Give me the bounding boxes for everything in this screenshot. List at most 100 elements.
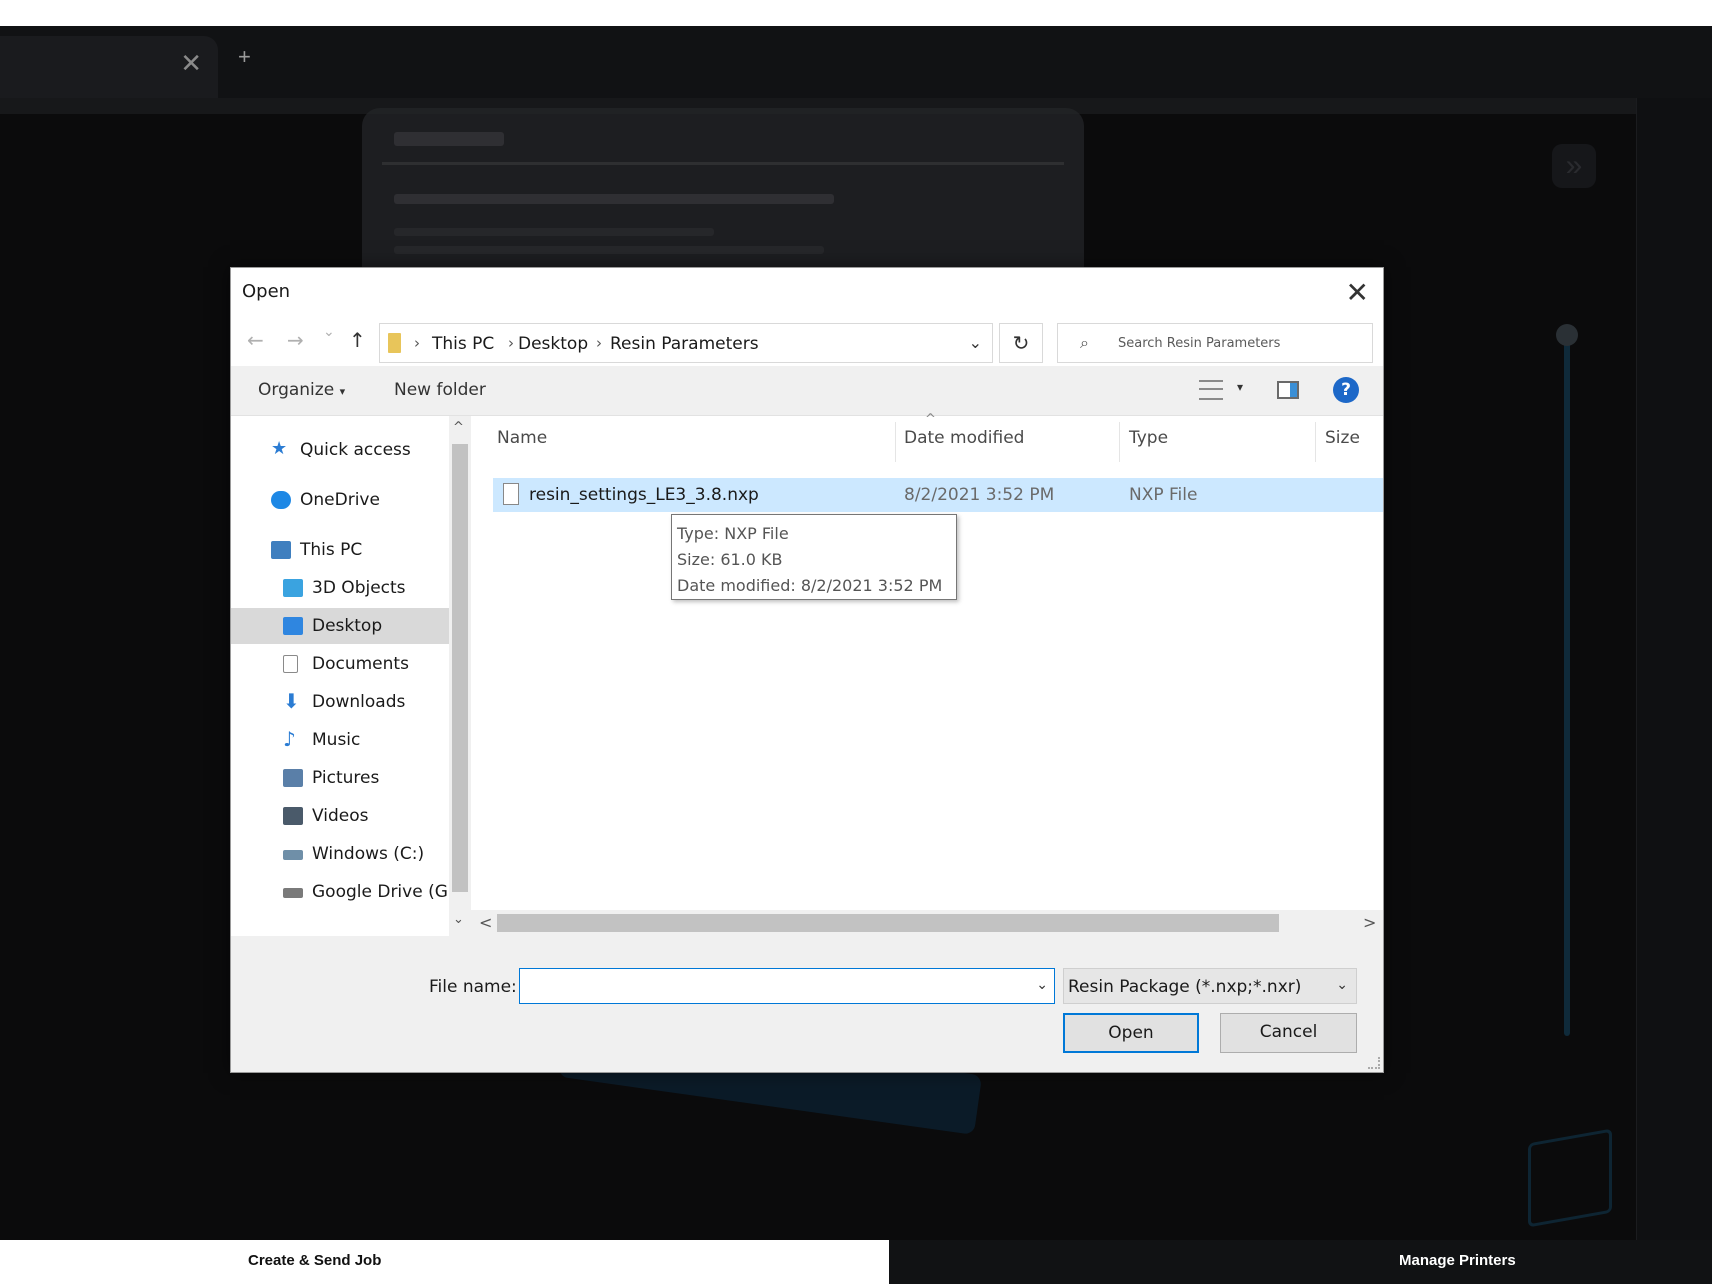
close-icon[interactable]: ✕	[1346, 276, 1369, 309]
column-date-header[interactable]: Date modified	[904, 428, 1024, 448]
sidebar-item-onedrive[interactable]: OneDrive	[231, 482, 449, 518]
tooltip-date: Date modified: 8/2/2021 3:52 PM	[677, 576, 943, 595]
layer-slider-track[interactable]	[1564, 326, 1570, 1036]
sidebar-item-this-pc[interactable]: This PC	[231, 532, 449, 568]
panel-text-placeholder	[394, 194, 834, 204]
up-arrow-icon[interactable]: ↑	[349, 328, 366, 352]
file-name-label: File name:	[429, 977, 517, 997]
file-name-dropdown-icon[interactable]: ⌄	[1036, 977, 1048, 993]
tab-job[interactable]: ✕	[0, 36, 218, 98]
file-date-cell: 8/2/2021 3:52 PM	[904, 485, 1055, 505]
sidebar-item-quick-access[interactable]: ★ Quick access	[231, 432, 449, 468]
file-type-cell: NXP File	[1129, 485, 1198, 505]
forward-arrow-icon[interactable]: →	[287, 328, 304, 352]
address-row: ← → ⌄ ↑ › This PC › Desktop › Resin Para…	[231, 316, 1383, 366]
address-bar[interactable]: › This PC › Desktop › Resin Parameters ⌄	[379, 323, 993, 363]
breadcrumb-desktop[interactable]: Desktop	[518, 334, 588, 354]
nav-pane-scrollbar[interactable]: ^ ⌄	[449, 416, 471, 936]
file-name-input[interactable]	[524, 973, 1014, 999]
hscroll-thumb[interactable]	[497, 914, 1279, 932]
cube-icon	[283, 579, 303, 597]
video-icon	[283, 807, 303, 825]
breadcrumb-resin-parameters[interactable]: Resin Parameters	[610, 334, 759, 354]
sidebar-item-label: 3D Objects	[312, 578, 406, 598]
address-dropdown-icon[interactable]: ⌄	[969, 333, 982, 352]
breadcrumb-this-pc[interactable]: This PC	[432, 334, 494, 354]
organize-caret-icon: ▾	[339, 385, 346, 398]
sidebar-item-label: OneDrive	[300, 490, 380, 510]
dialog-title: Open	[242, 281, 291, 302]
search-input[interactable]	[1118, 332, 1358, 354]
desktop-icon	[283, 617, 303, 635]
tab-close-icon[interactable]: ✕	[180, 50, 202, 76]
sidebar-item-music[interactable]: ♪ Music	[231, 722, 449, 758]
column-divider[interactable]	[1119, 422, 1120, 462]
sidebar-item-label: Pictures	[312, 768, 380, 788]
back-arrow-icon[interactable]: ←	[247, 328, 264, 352]
panel-divider	[382, 162, 1064, 165]
manage-printers-label: Manage Printers	[1399, 1252, 1516, 1269]
sidebar-item-windows-c[interactable]: Windows (C:)	[231, 836, 449, 872]
panel-format-placeholder	[394, 228, 714, 236]
sort-ascending-icon: ^	[925, 412, 936, 427]
new-folder-button[interactable]: New folder	[394, 380, 486, 400]
recent-locations-icon[interactable]: ⌄	[323, 324, 335, 340]
view-options-icon[interactable]	[1199, 380, 1223, 400]
scroll-up-icon[interactable]: ^	[453, 420, 464, 435]
file-type-dropdown-icon[interactable]: ⌄	[1336, 977, 1348, 993]
file-name-cell: resin_settings_LE3_3.8.nxp	[529, 485, 759, 505]
sidebar-item-google-drive-g[interactable]: Google Drive (G:)	[231, 874, 460, 910]
refresh-button[interactable]: ↻	[999, 323, 1043, 363]
view-cube-icon[interactable]	[1528, 1128, 1612, 1228]
sidebar-item-videos[interactable]: Videos	[231, 798, 449, 834]
organize-label: Organize	[258, 380, 335, 400]
dialog-toolbar: Organize ▾ New folder ▾ ?	[231, 366, 1383, 416]
file-row[interactable]: resin_settings_LE3_3.8.nxp 8/2/2021 3:52…	[493, 478, 1383, 512]
view-dropdown-icon[interactable]: ▾	[1237, 380, 1243, 394]
column-type-header[interactable]: Type	[1129, 428, 1168, 448]
scroll-thumb[interactable]	[452, 444, 468, 892]
sidebar-item-documents[interactable]: Documents	[231, 646, 449, 682]
breadcrumb-separator: ›	[508, 334, 514, 352]
search-box[interactable]: ⌕	[1057, 323, 1373, 363]
file-type-filter-value: Resin Package (*.nxp;*.nxr)	[1068, 977, 1302, 997]
scroll-right-icon[interactable]: >	[1363, 913, 1376, 932]
bottom-nav-manage[interactable]: Manage Printers	[889, 1240, 1712, 1284]
layer-slider-knob[interactable]	[1556, 324, 1578, 346]
sidebar-item-pictures[interactable]: Pictures	[231, 760, 449, 796]
dialog-titlebar: Open ✕	[231, 268, 1383, 316]
help-icon[interactable]: ?	[1333, 377, 1359, 403]
organize-button[interactable]: Organize ▾	[258, 380, 345, 400]
sidebar-item-desktop[interactable]: Desktop	[231, 608, 449, 644]
file-name-combobox[interactable]: ⌄	[519, 968, 1055, 1004]
sidebar-item-label: Quick access	[300, 440, 411, 460]
column-divider[interactable]	[1315, 422, 1316, 462]
dialog-content: ★ Quick access OneDrive This PC 3D Objects De…	[231, 412, 1383, 936]
sidebar-item-downloads[interactable]: ⬇ Downloads	[231, 684, 449, 720]
open-button[interactable]: Open	[1063, 1013, 1199, 1053]
column-divider[interactable]	[895, 422, 896, 462]
navigation-pane: ★ Quick access OneDrive This PC 3D Objects De…	[231, 416, 460, 936]
sidebar-item-label: Google Drive (G:)	[312, 882, 461, 902]
file-type-filter[interactable]: Resin Package (*.nxp;*.nxr) ⌄	[1063, 968, 1357, 1004]
computer-icon	[271, 541, 291, 559]
star-icon: ★	[271, 438, 288, 459]
cancel-button[interactable]: Cancel	[1220, 1013, 1357, 1053]
column-name-header[interactable]: Name	[497, 428, 547, 448]
add-tab-icon[interactable]: +	[238, 44, 251, 70]
file-list-hscrollbar[interactable]: < >	[471, 910, 1383, 936]
pictures-icon	[283, 769, 303, 787]
sidebar-item-label: Downloads	[312, 692, 406, 712]
expand-panel-icon[interactable]: »	[1552, 144, 1596, 188]
bottom-nav-create[interactable]: Create & Send Job	[0, 1240, 889, 1284]
resize-grip-icon[interactable]	[1368, 1057, 1380, 1069]
scroll-left-icon[interactable]: <	[479, 913, 492, 932]
preview-pane-icon[interactable]	[1277, 381, 1299, 399]
panel-example-placeholder	[394, 246, 824, 254]
scroll-down-icon[interactable]: ⌄	[453, 912, 464, 927]
search-icon: ⌕	[1080, 333, 1089, 352]
sidebar-item-3d-objects[interactable]: 3D Objects	[231, 570, 449, 606]
sidebar-item-label: Documents	[312, 654, 409, 674]
file-tooltip: Type: NXP File Size: 61.0 KB Date modifi…	[671, 514, 957, 600]
column-size-header[interactable]: Size	[1325, 428, 1360, 448]
